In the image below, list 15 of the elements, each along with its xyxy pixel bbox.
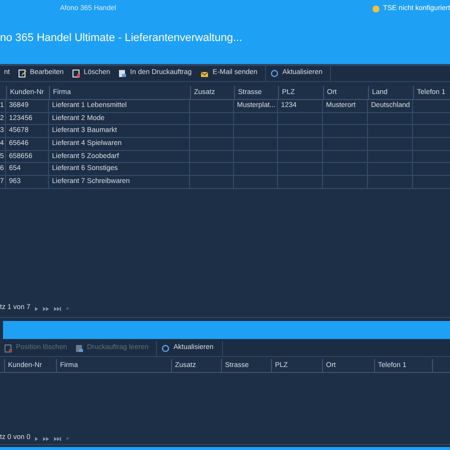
last-icon[interactable] — [54, 436, 62, 440]
last-icon[interactable] — [54, 306, 62, 310]
printer-icon — [118, 69, 128, 78]
document-icon — [4, 344, 13, 353]
next-icon[interactable] — [35, 436, 38, 440]
fast-forward-icon[interactable] — [43, 306, 50, 310]
printer-icon — [74, 344, 84, 353]
page-heading: no 365 Handel Ultimate - Lieferantenverwaltung... — [0, 30, 242, 46]
fast-forward-icon[interactable] — [43, 436, 50, 440]
refresh-icon — [161, 344, 170, 353]
next-icon[interactable] — [35, 306, 38, 310]
document-icon — [72, 69, 81, 78]
refresh-icon — [270, 69, 280, 78]
envelope-icon — [200, 69, 210, 78]
edit-icon — [18, 69, 27, 78]
